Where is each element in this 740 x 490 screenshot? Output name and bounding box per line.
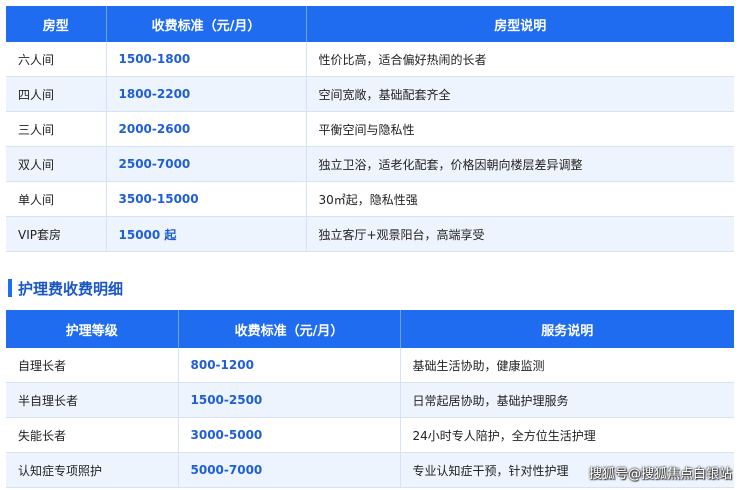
table-row: 双人间 2500-7000 独立卫浴，适老化配套，价格因朝向楼层差异调整	[6, 146, 734, 182]
price-cell: 1800-2200	[106, 76, 307, 112]
service-description-cell: 日常起居协助，基础护理服务	[400, 382, 734, 418]
price-cell: 1500-1800	[106, 42, 307, 77]
room-type-cell: 六人间	[6, 42, 107, 77]
description-cell: 30㎡起，隐私性强	[306, 181, 734, 217]
table-row: 三人间 2000-2600 平衡空间与隐私性	[6, 111, 734, 147]
care-level-cell: 失能长者	[6, 417, 179, 453]
care-level-cell: 自理长者	[6, 348, 179, 383]
price-cell: 3000-5000	[178, 417, 401, 453]
price-cell: 2500-7000	[106, 146, 307, 182]
table-header-row: 护理等级 收费标准（元/月） 服务说明	[6, 310, 734, 348]
section-title-text: 护理费收费明细	[18, 279, 124, 298]
description-cell: 性价比高，适合偏好热闹的长者	[306, 42, 734, 77]
service-description-cell: 24小时专人陪护，全方位生活护理	[400, 417, 734, 453]
table-row: 单人间 3500-15000 30㎡起，隐私性强	[6, 181, 734, 217]
table-header-row: 房型 收费标准（元/月） 房型说明	[6, 6, 734, 42]
room-type-cell: 单人间	[6, 181, 107, 217]
description-cell: 空间宽敞，基础配套齐全	[306, 76, 734, 112]
table-row: VIP套房 15000 起 独立客厅+观景阳台，高端享受	[6, 216, 734, 252]
price-cell: 800-1200	[178, 348, 401, 383]
price-cell: 15000 起	[106, 216, 307, 252]
section-accent-bar	[8, 279, 12, 297]
care-level-cell: 认知症专项照护	[6, 452, 179, 488]
room-type-cell: VIP套房	[6, 216, 107, 252]
header-price: 收费标准（元/月）	[106, 6, 307, 42]
description-cell: 独立客厅+观景阳台，高端享受	[306, 216, 734, 252]
section-heading: 护理费收费明细	[8, 278, 123, 298]
price-cell: 2000-2600	[106, 111, 307, 147]
header-room-type: 房型	[6, 6, 107, 42]
room-type-cell: 三人间	[6, 111, 107, 147]
table-row: 四人间 1800-2200 空间宽敞，基础配套齐全	[6, 76, 734, 112]
table-row: 自理长者 800-1200 基础生活协助，健康监测	[6, 348, 734, 383]
nursing-fee-table: 护理等级 收费标准（元/月） 服务说明 自理长者 800-1200 基础生活协助…	[6, 310, 734, 488]
service-description-cell: 基础生活协助，健康监测	[400, 348, 734, 383]
price-cell: 5000-7000	[178, 452, 401, 488]
room-type-table: 房型 收费标准（元/月） 房型说明 六人间 1500-1800 性价比高，适合偏…	[6, 6, 734, 252]
header-service-description: 服务说明	[400, 310, 734, 348]
description-cell: 平衡空间与隐私性	[306, 111, 734, 147]
table-row: 失能长者 3000-5000 24小时专人陪护，全方位生活护理	[6, 417, 734, 453]
table-row: 半自理长者 1500-2500 日常起居协助，基础护理服务	[6, 382, 734, 418]
price-cell: 1500-2500	[178, 382, 401, 418]
price-cell: 3500-15000	[106, 181, 307, 217]
table-row: 六人间 1500-1800 性价比高，适合偏好热闹的长者	[6, 42, 734, 77]
room-type-cell: 双人间	[6, 146, 107, 182]
description-cell: 独立卫浴，适老化配套，价格因朝向楼层差异调整	[306, 146, 734, 182]
header-price: 收费标准（元/月）	[178, 310, 401, 348]
header-care-level: 护理等级	[6, 310, 179, 348]
header-description: 房型说明	[306, 6, 734, 42]
room-type-cell: 四人间	[6, 76, 107, 112]
watermark-text: 搜狐号@搜狐焦点白银站	[588, 467, 732, 482]
care-level-cell: 半自理长者	[6, 382, 179, 418]
